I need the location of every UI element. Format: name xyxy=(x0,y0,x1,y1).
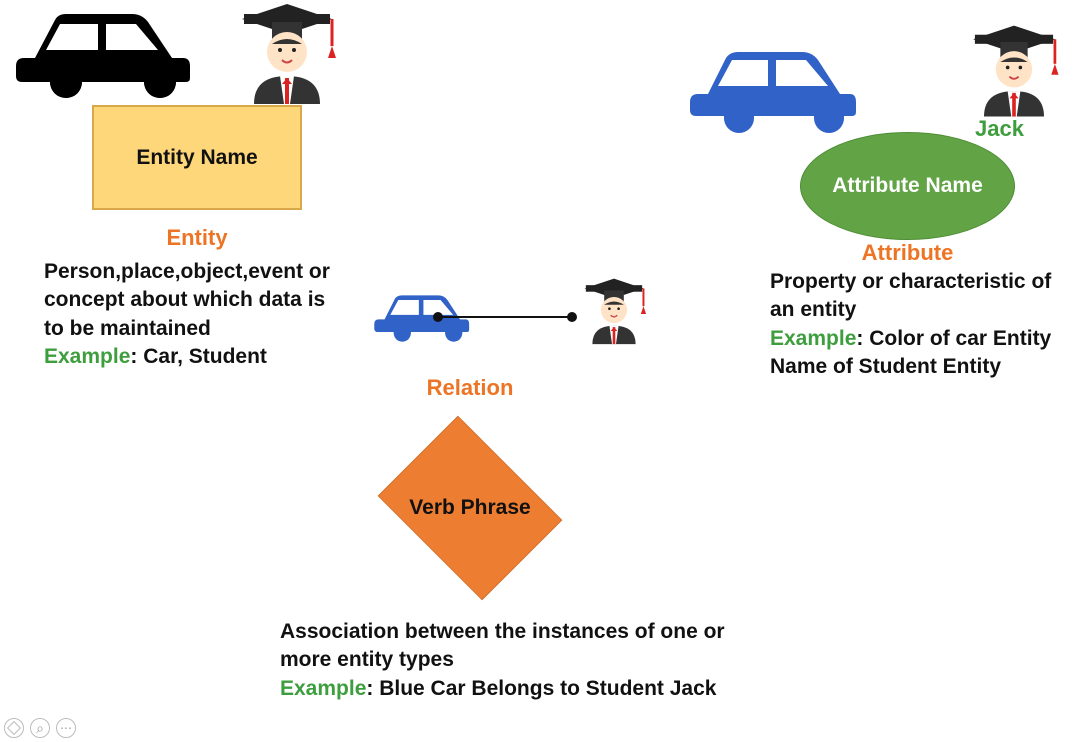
relation-example-text: : Blue Car Belongs to Student Jack xyxy=(366,677,716,700)
car-icon xyxy=(686,40,861,136)
attribute-description: Property or characteristic of an entity … xyxy=(770,268,1070,381)
pen-button[interactable] xyxy=(4,718,24,738)
attribute-name-text: Attribute Name xyxy=(832,174,983,198)
attribute-example-label: Example xyxy=(770,327,856,350)
relation-diamond-text: Verb Phrase xyxy=(409,495,530,520)
zoom-button[interactable] xyxy=(30,718,50,738)
entity-name-text: Entity Name xyxy=(136,146,257,170)
attribute-description-text: Property or characteristic of an entity xyxy=(770,270,1051,321)
entity-description: Person,place,object,event or concept abo… xyxy=(44,258,344,371)
relation-example-label: Example xyxy=(280,677,366,700)
relation-title: Relation xyxy=(350,375,590,401)
relation-description-text: Association between the instances of one… xyxy=(280,620,725,671)
attribute-student-name: Jack xyxy=(975,116,1024,142)
student-icon xyxy=(964,22,1064,127)
attribute-title: Attribute xyxy=(800,240,1015,266)
entity-example-label: Example xyxy=(44,345,130,368)
presentation-corner-toolbar xyxy=(4,718,76,738)
entity-name-box: Entity Name xyxy=(92,105,302,210)
relation-description: Association between the instances of one… xyxy=(280,618,780,703)
more-button[interactable] xyxy=(56,718,76,738)
entity-title: Entity xyxy=(92,225,302,251)
relation-verb-diamond: Verb Phrase xyxy=(380,418,560,598)
student-icon xyxy=(232,0,342,115)
car-icon xyxy=(10,0,195,100)
attribute-name-ellipse: Attribute Name xyxy=(800,132,1015,240)
relation-connector-line xyxy=(438,316,572,318)
entity-description-text: Person,place,object,event or concept abo… xyxy=(44,260,330,340)
student-icon xyxy=(578,276,650,353)
entity-example-text: : Car, Student xyxy=(130,345,267,368)
